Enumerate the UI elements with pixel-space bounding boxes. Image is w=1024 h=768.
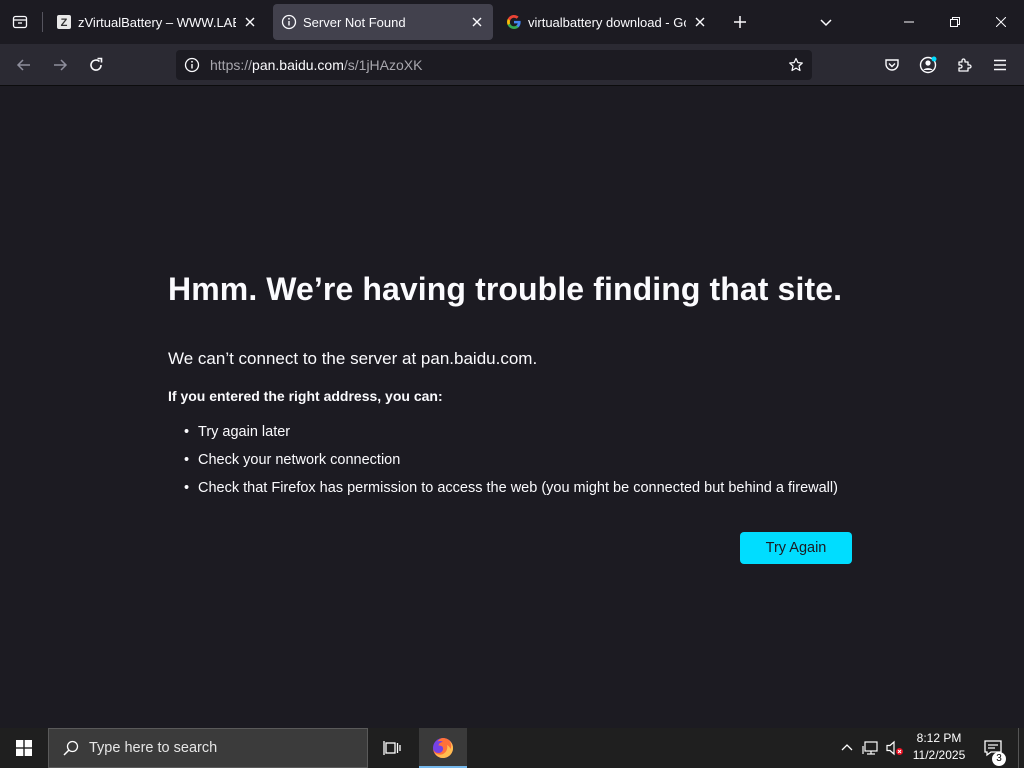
clock-date: 11/2/2025: [912, 748, 966, 762]
close-icon[interactable]: [692, 14, 708, 30]
restore-icon: [950, 17, 960, 27]
search-icon: [61, 738, 81, 758]
info-icon[interactable]: [182, 55, 202, 75]
start-button[interactable]: [0, 728, 48, 768]
back-button[interactable]: [10, 51, 38, 79]
tab-server-not-found[interactable]: Server Not Found: [273, 4, 493, 40]
volume-button[interactable]: [884, 728, 906, 768]
close-icon[interactable]: [469, 14, 485, 30]
speaker-muted-icon: [886, 740, 903, 756]
suggestion-text: Check your network connection: [198, 452, 401, 468]
account-button[interactable]: [914, 51, 942, 79]
chevron-up-icon: [841, 744, 853, 751]
plus-icon: [734, 16, 746, 28]
tab-label: virtualbattery download - Goog: [528, 14, 686, 30]
restore-button[interactable]: [932, 0, 978, 44]
firefox-view-icon: [12, 15, 28, 29]
reload-button[interactable]: [82, 51, 110, 79]
close-window-button[interactable]: [978, 0, 1024, 44]
url-prefix: https://: [210, 57, 253, 73]
action-center-button[interactable]: 3: [978, 728, 1008, 768]
network-status-button[interactable]: [860, 728, 882, 768]
navigation-toolbar: https://pan.baidu.com/s/1jHAzoXK: [0, 44, 1024, 86]
back-arrow-icon: [16, 59, 30, 71]
puzzle-piece-icon: [958, 58, 972, 72]
suggestion-heading: If you entered the right address, you ca…: [168, 388, 443, 404]
tab-label: zVirtualBattery – WWW.LAB-Z.C: [78, 14, 236, 30]
error-title: Hmm. We’re having trouble finding that s…: [168, 271, 843, 307]
list-item: • Check your network connection: [184, 449, 838, 477]
bookmark-star-icon[interactable]: [786, 55, 806, 75]
search-placeholder: Type here to search: [89, 740, 218, 756]
tab-separator: [42, 12, 43, 32]
minimize-icon: [904, 21, 914, 23]
close-icon: [996, 17, 1006, 27]
tab-zvirtualbattery[interactable]: Z zVirtualBattery – WWW.LAB-Z.C: [48, 4, 266, 40]
task-view-icon: [383, 741, 401, 755]
windows-taskbar: Type here to search 8:12 PM 11/2/2025 3: [0, 728, 1024, 768]
taskbar-search-box[interactable]: Type here to search: [48, 728, 368, 768]
error-short-description: We can’t connect to the server at pan.ba…: [168, 349, 538, 368]
tab-strip: Z zVirtualBattery – WWW.LAB-Z.C Server N…: [0, 0, 1024, 44]
firefox-icon: [433, 738, 453, 758]
info-icon: [281, 14, 297, 30]
extensions-button[interactable]: [950, 51, 978, 79]
suggestion-list: • Try again later • Check your network con…: [184, 421, 838, 505]
show-hidden-icons-button[interactable]: [838, 728, 856, 768]
list-item: • Try again later: [184, 421, 838, 449]
pocket-button[interactable]: [878, 51, 906, 79]
google-favicon-icon: [506, 14, 522, 30]
list-all-tabs-button[interactable]: [814, 10, 838, 34]
clock-time: 8:12 PM: [916, 731, 962, 745]
app-menu-button[interactable]: [986, 51, 1014, 79]
account-icon: [919, 56, 937, 74]
lab-z-favicon-icon: Z: [56, 14, 72, 30]
suggestion-text: Check that Firefox has permission to acc…: [198, 480, 838, 496]
url-path: /s/1jHAzoXK: [343, 57, 423, 73]
url-text[interactable]: https://pan.baidu.com/s/1jHAzoXK: [210, 57, 422, 73]
try-again-button[interactable]: Try Again: [740, 532, 852, 564]
url-bar[interactable]: https://pan.baidu.com/s/1jHAzoXK: [176, 50, 812, 80]
system-clock[interactable]: 8:12 PM 11/2/2025: [906, 730, 972, 766]
chevron-down-icon: [820, 19, 832, 27]
reload-icon: [90, 57, 103, 71]
notification-count-badge: 3: [992, 752, 1006, 766]
pocket-icon: [885, 59, 899, 71]
error-page: Hmm. We’re having trouble finding that s…: [0, 87, 1024, 728]
firefox-taskbar-button[interactable]: [419, 728, 467, 768]
close-icon[interactable]: [242, 14, 258, 30]
network-icon: [862, 741, 878, 755]
svg-text:Z: Z: [61, 17, 68, 29]
tab-google-search[interactable]: virtualbattery download - Goog: [498, 4, 716, 40]
url-host: pan.baidu.com: [252, 57, 344, 73]
windows-logo-icon: [16, 740, 32, 756]
hamburger-menu-icon: [994, 59, 1006, 71]
firefox-view-button[interactable]: [8, 10, 32, 34]
tab-label: Server Not Found: [303, 14, 406, 30]
show-desktop-button[interactable]: [1018, 728, 1024, 768]
forward-button[interactable]: [46, 51, 74, 79]
new-tab-button[interactable]: [728, 10, 752, 34]
suggestion-text: Try again later: [198, 424, 291, 440]
list-item: • Check that Firefox has permission to ac…: [184, 477, 838, 505]
minimize-button[interactable]: [886, 0, 932, 44]
forward-arrow-icon: [54, 59, 68, 71]
task-view-button[interactable]: [370, 728, 414, 768]
